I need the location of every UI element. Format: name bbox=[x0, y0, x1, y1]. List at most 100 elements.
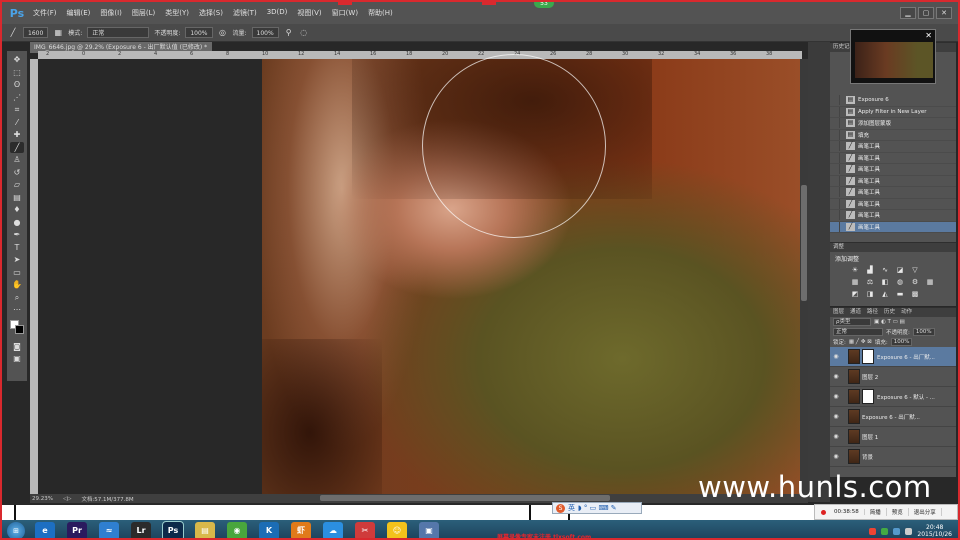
history-source-checkbox[interactable] bbox=[830, 95, 840, 106]
blur-tool-icon[interactable]: ♦ bbox=[10, 204, 24, 216]
history-item[interactable]: ╱ 画笔工具 bbox=[830, 221, 956, 233]
tray-icon[interactable] bbox=[905, 527, 913, 535]
menu-item[interactable]: 编辑(E) bbox=[62, 8, 96, 18]
history-item[interactable]: ╱ 画笔工具 bbox=[830, 141, 956, 153]
airbrush-icon[interactable]: ⚲ bbox=[284, 28, 294, 38]
menu-item[interactable]: 类型(Y) bbox=[160, 8, 194, 18]
lasso-tool-icon[interactable]: ʘ bbox=[10, 79, 24, 91]
shape-tool-icon[interactable]: ▭ bbox=[10, 267, 24, 279]
layer-blend-select[interactable]: 正常 bbox=[833, 328, 883, 336]
hue-sat-icon[interactable]: ▦ bbox=[850, 278, 860, 287]
quick-select-tool-icon[interactable]: ⋰ bbox=[10, 92, 24, 104]
visibility-eye-icon[interactable]: ◉ bbox=[830, 373, 842, 380]
healing-tool-icon[interactable]: ✚ bbox=[10, 129, 24, 141]
opacity-field[interactable]: 100% bbox=[185, 27, 213, 38]
vibrance-icon[interactable]: ▽ bbox=[910, 266, 920, 275]
channel-mixer-icon[interactable]: ⚙ bbox=[910, 278, 920, 287]
invert-icon[interactable]: ◩ bbox=[850, 290, 860, 299]
background-color[interactable] bbox=[15, 324, 24, 334]
history-brush-tool-icon[interactable]: ↺ bbox=[10, 167, 24, 179]
pressure-size-icon[interactable]: ◌ bbox=[299, 28, 309, 38]
color-swatches[interactable] bbox=[10, 319, 24, 334]
history-source-checkbox[interactable] bbox=[830, 210, 840, 221]
menu-item[interactable]: 视图(V) bbox=[292, 8, 326, 18]
taskbar-app-icon[interactable]: ✂ bbox=[355, 522, 375, 538]
path-select-tool-icon[interactable]: ➤ bbox=[10, 254, 24, 266]
menu-item[interactable]: 文件(F) bbox=[28, 8, 62, 18]
eraser-tool-icon[interactable]: ▱ bbox=[10, 179, 24, 191]
eyedropper-tool-icon[interactable]: ⁄ bbox=[10, 117, 24, 129]
exposure-icon[interactable]: ◪ bbox=[895, 266, 905, 275]
zoom-tool-icon[interactable]: ⌕ bbox=[10, 292, 24, 304]
history-item[interactable]: ╱ 画笔工具 bbox=[830, 175, 956, 187]
history-source-checkbox[interactable] bbox=[830, 118, 840, 129]
selective-color-icon[interactable]: ▩ bbox=[910, 290, 920, 299]
taskbar-app-icon[interactable]: ▣ bbox=[419, 522, 439, 538]
history-source-checkbox[interactable] bbox=[830, 198, 840, 209]
vertical-scroll-thumb[interactable] bbox=[801, 185, 807, 301]
fill-field[interactable]: 100% bbox=[890, 338, 913, 346]
visibility-eye-icon[interactable]: ◉ bbox=[830, 393, 842, 400]
layer-row[interactable]: ◉ Exposure 6 - 出厂默... bbox=[830, 407, 956, 427]
history-source-checkbox[interactable] bbox=[830, 187, 840, 198]
layers-tab[interactable]: 历史 bbox=[884, 308, 895, 317]
layer-mask-thumbnail[interactable] bbox=[862, 349, 874, 364]
menu-item[interactable]: 图像(I) bbox=[95, 8, 127, 18]
history-source-checkbox[interactable] bbox=[830, 175, 840, 186]
extra-tools-icon[interactable]: ⋯ bbox=[10, 304, 24, 316]
layer-row[interactable]: ◉ Exposure 6 - 出厂默... bbox=[830, 347, 956, 367]
taskbar-app-icon[interactable]: ☺ bbox=[387, 522, 407, 538]
menu-item[interactable]: 图层(L) bbox=[127, 8, 160, 18]
brush-size-picker[interactable]: 1600 bbox=[23, 27, 49, 38]
quick-mask-icon[interactable]: ◙ bbox=[10, 341, 24, 353]
visibility-eye-icon[interactable]: ◉ bbox=[830, 413, 842, 420]
layer-row[interactable]: ◉ Exposure 6 - 默认 - ... bbox=[830, 387, 956, 407]
move-tool-icon[interactable]: ✥ bbox=[10, 54, 24, 66]
history-item[interactable]: ▤ 填充 bbox=[830, 129, 956, 141]
menu-item[interactable]: 滤镜(T) bbox=[228, 8, 262, 18]
start-button[interactable]: ⊞ bbox=[7, 522, 25, 538]
brightness-icon[interactable]: ☀ bbox=[850, 266, 860, 275]
blend-mode-select[interactable]: 正常 bbox=[87, 27, 150, 38]
layer-filter-icons[interactable]: ▣ ◐ T ▭ ▤ bbox=[874, 319, 905, 325]
tray-icon[interactable] bbox=[881, 527, 889, 535]
layer-filter-select[interactable]: ρ类型 bbox=[833, 318, 871, 326]
navigator-close-icon[interactable]: ✕ bbox=[925, 31, 932, 40]
taskbar-app-icon[interactable]: ◉ bbox=[227, 522, 247, 538]
tray-icon[interactable] bbox=[869, 527, 877, 535]
status-arrow-icon[interactable]: ◁▷ bbox=[63, 496, 71, 502]
photo-filter-icon[interactable]: ◍ bbox=[895, 278, 905, 287]
tray-icon[interactable] bbox=[893, 527, 901, 535]
restore-button[interactable]: ▢ bbox=[918, 7, 934, 19]
taskbar-app-icon[interactable]: ▤ bbox=[195, 522, 215, 538]
sogou-icon[interactable]: S bbox=[556, 503, 565, 513]
curves-icon[interactable]: ∿ bbox=[880, 266, 890, 275]
layer-row[interactable]: ◉ 图层 1 bbox=[830, 427, 956, 447]
history-item[interactable]: ╱ 画笔工具 bbox=[830, 210, 956, 222]
type-tool-icon[interactable]: T bbox=[10, 242, 24, 254]
layer-opacity-field[interactable]: 100% bbox=[912, 328, 935, 336]
layers-tab[interactable]: 路径 bbox=[867, 308, 878, 317]
brush-tool-icon[interactable]: ╱ bbox=[8, 28, 18, 38]
menu-item[interactable]: 3D(D) bbox=[262, 8, 293, 18]
history-item[interactable]: ╱ 画笔工具 bbox=[830, 152, 956, 164]
history-source-checkbox[interactable] bbox=[830, 152, 840, 163]
crop-tool-icon[interactable]: ⌗ bbox=[10, 104, 24, 116]
threshold-icon[interactable]: ◭ bbox=[880, 290, 890, 299]
dodge-tool-icon[interactable]: ● bbox=[10, 217, 24, 229]
zoom-level[interactable]: 29.23% bbox=[32, 496, 53, 502]
recorder-button-3[interactable]: 退出分享 bbox=[909, 508, 942, 516]
navigator-thumbnail[interactable]: ✕ bbox=[850, 29, 936, 84]
document-canvas[interactable] bbox=[38, 59, 800, 495]
taskbar-app-icon[interactable]: e bbox=[35, 522, 55, 538]
brush-panel-icon[interactable]: ▦ bbox=[53, 28, 63, 38]
taskbar-app-icon[interactable]: Lr bbox=[131, 522, 151, 538]
menu-item[interactable]: 帮助(H) bbox=[363, 8, 398, 18]
minimize-button[interactable]: ▁ bbox=[900, 7, 916, 19]
visibility-eye-icon[interactable]: ◉ bbox=[830, 353, 842, 360]
history-item[interactable]: ╱ 画笔工具 bbox=[830, 187, 956, 199]
color-balance-icon[interactable]: ⚖ bbox=[865, 278, 875, 287]
marquee-tool-icon[interactable]: ⬚ bbox=[10, 67, 24, 79]
layers-tab[interactable]: 通道 bbox=[850, 308, 861, 317]
layers-tab[interactable]: 图层 bbox=[833, 308, 844, 317]
